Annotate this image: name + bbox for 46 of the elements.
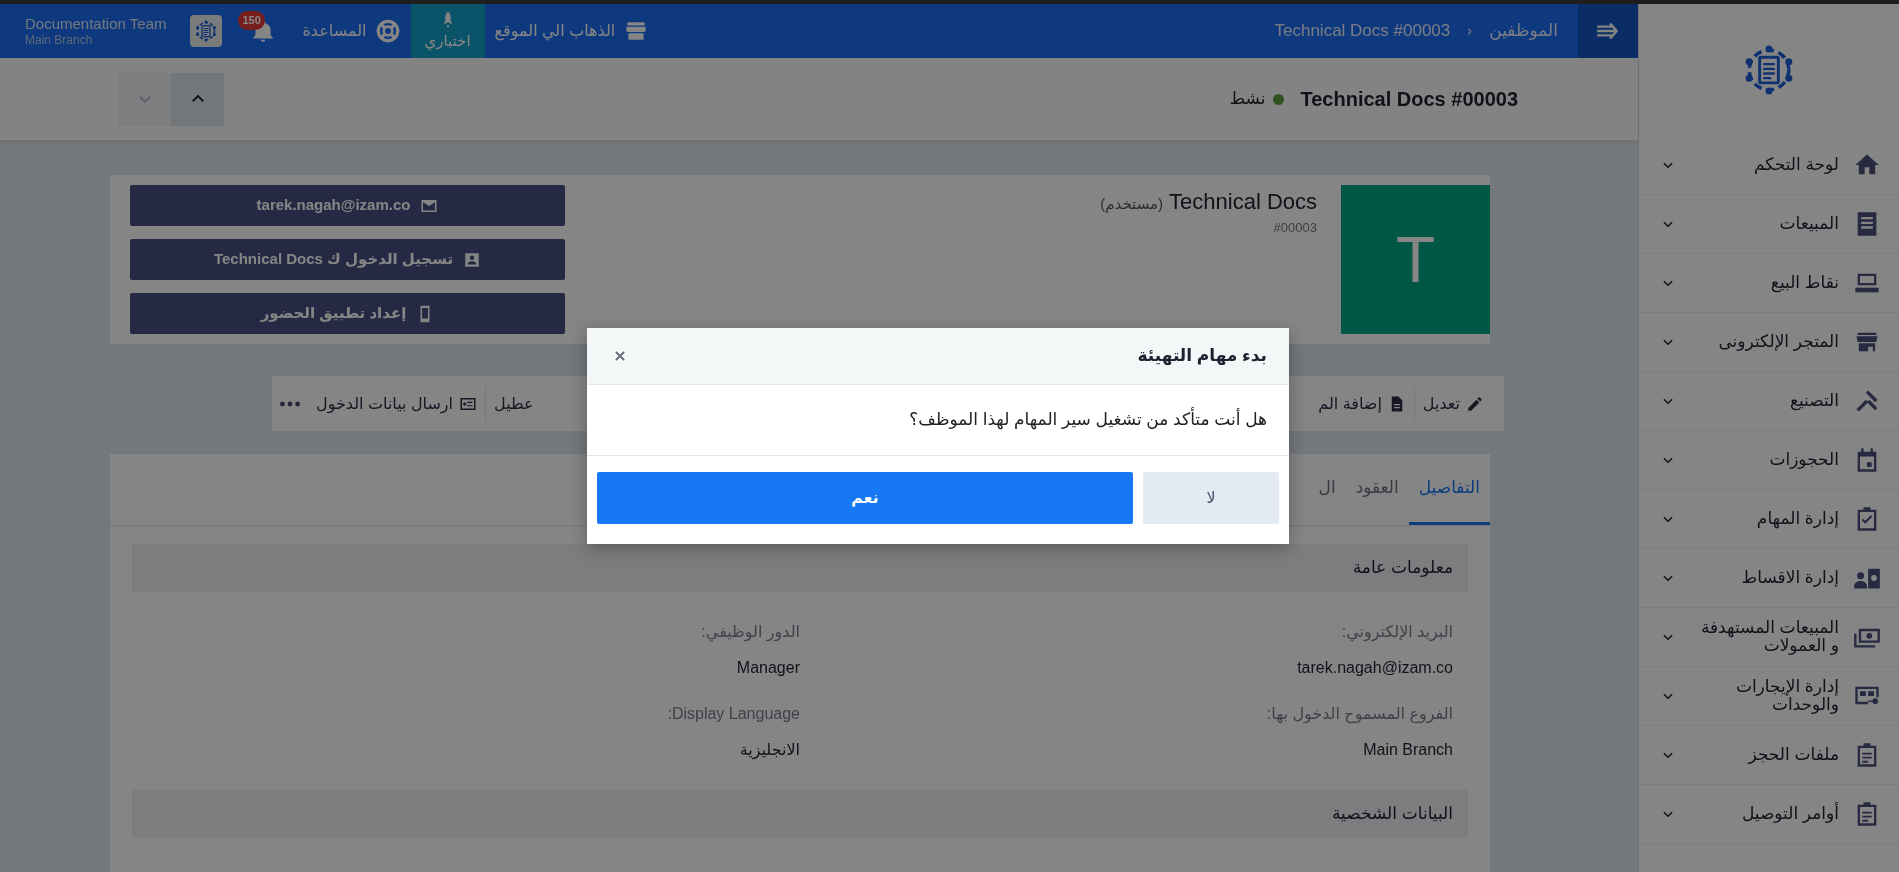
- field-label: الفروع المسموح الدخول بها:: [1265, 704, 1453, 726]
- action-button[interactable]: إعداد تطبيق الحضور: [130, 293, 565, 334]
- tab[interactable]: ال: [1308, 454, 1346, 525]
- employee-name: Technical Docs: [1169, 189, 1317, 214]
- field-value: tarek.nagah@izam.co: [1296, 658, 1453, 678]
- page-title: Technical Docs #00003: [1300, 87, 1518, 112]
- avatar: T: [1341, 185, 1490, 334]
- user-name[interactable]: Documentation Team: [25, 14, 167, 33]
- lifebuoy-icon: [374, 18, 401, 44]
- toolbar-button[interactable]: إضافة الم: [1310, 385, 1414, 422]
- dots-icon: [280, 400, 300, 407]
- id-card-icon: [463, 250, 482, 269]
- close-icon: [613, 349, 627, 363]
- toolbar-button[interactable]: تعديل: [1414, 385, 1492, 422]
- branch-name: Main Branch: [25, 32, 94, 48]
- employee-role: (مستخدم): [1100, 195, 1164, 212]
- company-logo[interactable]: [190, 15, 223, 47]
- tab[interactable]: التفاصيل: [1408, 454, 1490, 525]
- dialog-message: هل أنت متأكد من تشغيل سير المهام لهذا الموظف؟: [587, 385, 1289, 456]
- nav-link[interactable]: الذهاب الي الموقع: [484, 4, 660, 58]
- notification-count: 150: [238, 11, 265, 30]
- action-button[interactable]: tarek.nagah@izam.co: [130, 185, 565, 226]
- dialog-title: بدء مهام التهيئة: [1137, 345, 1267, 368]
- breadcrumb-link[interactable]: الموظفين: [1489, 18, 1558, 44]
- field-value: الانجليزية: [738, 740, 800, 762]
- cancel-button[interactable]: لا: [1143, 471, 1279, 524]
- field-label: الدور الوظيفي:: [700, 622, 800, 644]
- section-header: البيانات الشخصية: [132, 790, 1468, 838]
- field-label: البريد الإلكتروني:: [1340, 622, 1453, 644]
- employee-code: #00003: [1272, 219, 1317, 237]
- toolbar-button[interactable]: عطيل: [486, 385, 542, 422]
- action-button[interactable]: تسجيل الدخول ك Technical Docs: [130, 239, 565, 280]
- breadcrumb-link[interactable]: Technical Docs #00003: [1274, 18, 1451, 44]
- field-value: Manager: [735, 658, 800, 678]
- pencil-icon: [1466, 394, 1484, 413]
- tab[interactable]: العقود: [1345, 454, 1409, 525]
- status-label: نشط: [1229, 88, 1266, 111]
- status-dot: [1273, 93, 1285, 105]
- nav-link[interactable]: المساعدة: [292, 4, 411, 58]
- confirm-button[interactable]: نعم: [597, 471, 1133, 524]
- toolbar-button[interactable]: ارسال بيانات الدخول: [308, 385, 485, 422]
- logo-icon: [194, 19, 219, 43]
- field-value: Main Branch: [1362, 740, 1453, 760]
- section-header: معلومات عامة: [132, 544, 1468, 592]
- field-label: Display Language:: [666, 704, 800, 724]
- sidebar-toggle-button[interactable]: [1578, 4, 1638, 58]
